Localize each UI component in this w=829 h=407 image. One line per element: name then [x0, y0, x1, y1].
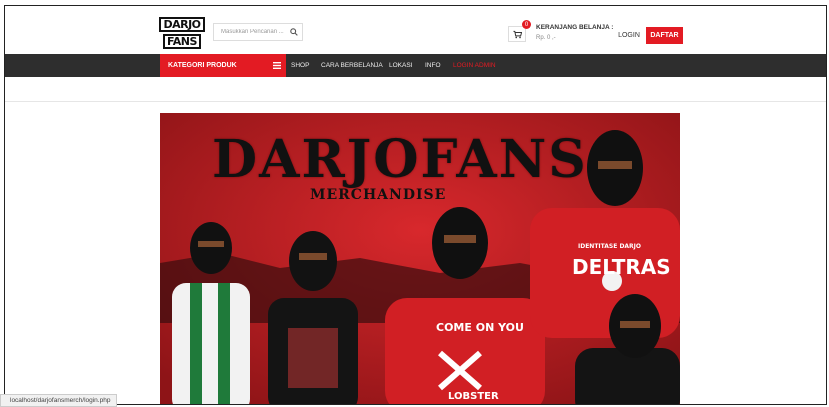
- shirt-text-lobster: LOBSTER: [448, 391, 499, 402]
- hamburger-icon: [268, 62, 286, 69]
- nav-info[interactable]: INFO: [425, 54, 441, 77]
- hero-banner[interactable]: DARJOFANS MERCHANDISE COME ON YOU LOBSTE…: [160, 113, 680, 404]
- breadcrumb-bar: [5, 77, 826, 102]
- category-menu-label: KATEGORI PRODUK: [168, 62, 237, 69]
- nav-shop[interactable]: SHOP: [291, 54, 309, 77]
- banner-subtitle: MERCHANDISE: [310, 187, 447, 203]
- logo-text-line2: FANS: [163, 33, 201, 49]
- browser-viewport: DARJO FANS Masukkan Pencarian ... 0 KERA…: [4, 5, 827, 405]
- banner-title: DARJOFANS: [212, 129, 588, 190]
- search-input[interactable]: Masukkan Pencarian ...: [213, 23, 303, 41]
- search-icon[interactable]: [286, 24, 302, 40]
- main-navbar: KATEGORI PRODUK SHOP CARA BERBELANJA LOK…: [5, 54, 826, 77]
- site-logo[interactable]: DARJO FANS: [159, 16, 205, 49]
- logo-text-line1: DARJO: [159, 16, 205, 32]
- cart-count-badge: 0: [522, 20, 531, 29]
- shirt-text-identitase: IDENTITASE DARJO: [578, 243, 642, 250]
- site-header: DARJO FANS Masukkan Pencarian ... 0 KERA…: [5, 6, 826, 54]
- cart-label: KERANJANG BELANJA :: [536, 24, 614, 31]
- register-button[interactable]: DAFTAR: [646, 27, 683, 44]
- nav-login-admin[interactable]: LOGIN ADMIN: [453, 54, 496, 77]
- search-placeholder: Masukkan Pencarian ...: [221, 29, 284, 35]
- category-menu-button[interactable]: KATEGORI PRODUK: [160, 54, 286, 77]
- cart-icon: [512, 30, 522, 38]
- login-button[interactable]: LOGIN: [614, 27, 644, 44]
- nav-location[interactable]: LOKASI: [389, 54, 412, 77]
- shirt-text-deltras: DELTRAS: [572, 255, 671, 279]
- shirt-text-come-on-you: COME ON YOU: [436, 321, 524, 334]
- cart-amount: Rp. 0 ,-: [536, 35, 556, 41]
- nav-how-to-buy[interactable]: CARA BERBELANJA: [321, 54, 383, 77]
- status-bar-url: localhost/darjofansmerch/login.php: [0, 394, 118, 407]
